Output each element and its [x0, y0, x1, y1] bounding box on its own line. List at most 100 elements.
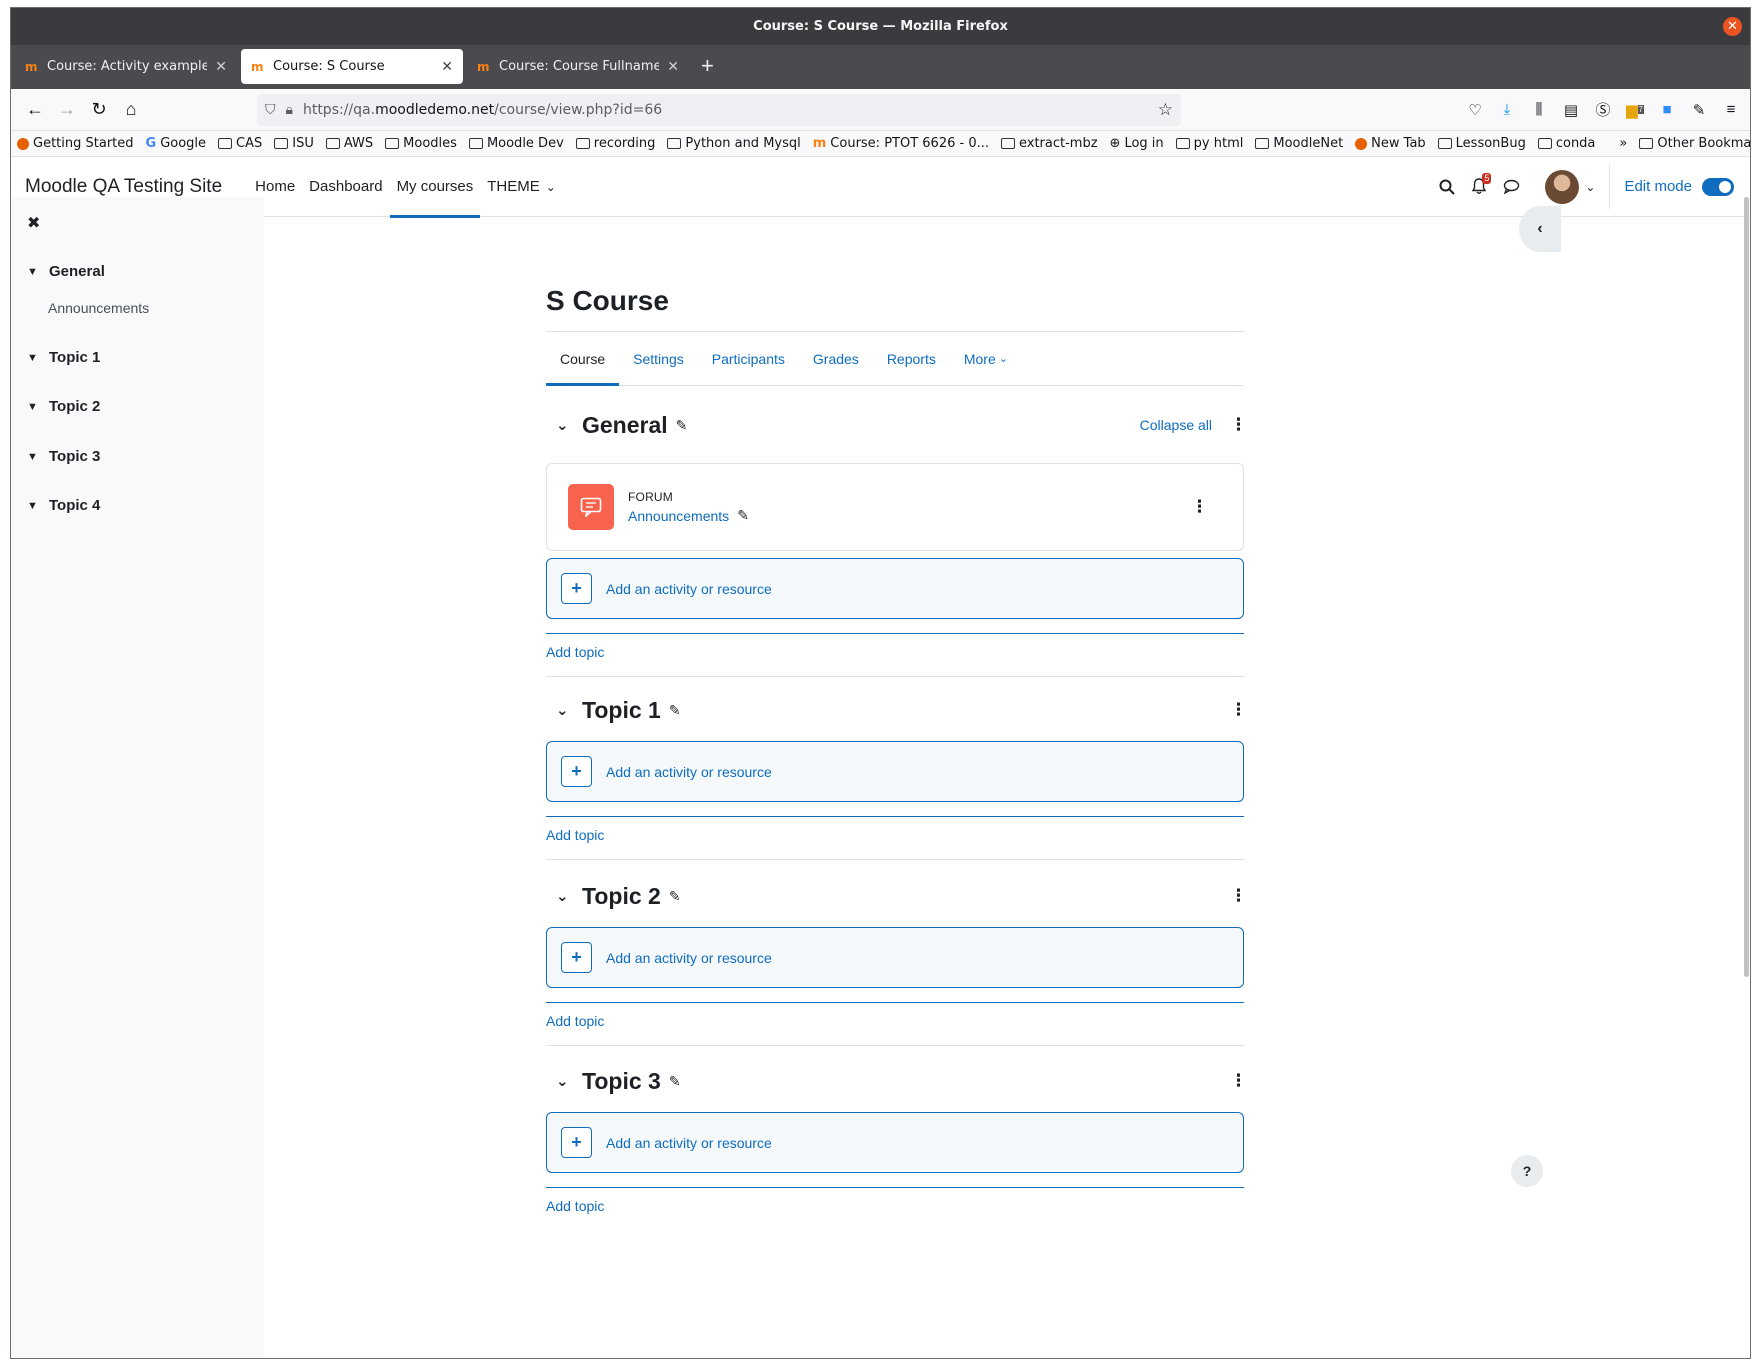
tab-participants[interactable]: Participants: [698, 332, 799, 385]
section-title[interactable]: Topic 2: [582, 883, 661, 910]
section-collapse-chevron-icon[interactable]: ⌄: [546, 701, 582, 719]
sidebar-icon[interactable]: ▤: [1560, 99, 1582, 121]
tab-settings[interactable]: Settings: [619, 332, 698, 385]
browser-tab-s-course[interactable]: m Course: S Course ✕: [241, 49, 463, 84]
edit-title-pencil-icon[interactable]: ✎: [669, 702, 681, 719]
bookmark-folder[interactable]: ISU: [274, 136, 314, 151]
user-avatar[interactable]: [1545, 169, 1580, 204]
extension-pen-icon[interactable]: ✎: [1688, 99, 1710, 121]
bookmark-other-bookmarks[interactable]: Other Bookmarks: [1639, 136, 1750, 151]
library-icon[interactable]: ⫼: [1528, 99, 1550, 121]
edit-title-pencil-icon[interactable]: ✎: [676, 417, 688, 434]
section-menu-kebab-icon[interactable]: ⋮: [1230, 415, 1247, 435]
course-index-topic-2[interactable]: ▼ Topic 2: [27, 398, 100, 415]
edit-title-pencil-icon[interactable]: ✎: [669, 888, 681, 905]
activity-menu-kebab-icon[interactable]: ⋮: [1191, 497, 1208, 517]
section-title[interactable]: General: [582, 412, 668, 439]
window-close-icon[interactable]: ✕: [1723, 17, 1742, 36]
site-name[interactable]: Moodle QA Testing Site: [25, 176, 222, 198]
bookmarks-overflow-icon[interactable]: »: [1619, 136, 1627, 151]
tab-course[interactable]: Course: [546, 332, 620, 386]
open-block-drawer-chevron-left-icon[interactable]: ‹: [1519, 206, 1561, 252]
section-collapse-chevron-icon[interactable]: ⌄: [546, 416, 582, 434]
activity-name-link[interactable]: Announcements ✎: [628, 507, 749, 524]
add-activity-button[interactable]: + Add an activity or resource: [546, 1112, 1244, 1173]
section-collapse-chevron-icon[interactable]: ⌄: [546, 1072, 582, 1090]
bookmark-new-tab[interactable]: New Tab: [1355, 136, 1426, 151]
course-index-topic-1[interactable]: ▼ Topic 1: [27, 349, 100, 366]
add-topic-link[interactable]: Add topic: [546, 644, 1244, 664]
section-title[interactable]: Topic 1: [582, 697, 661, 724]
url-bar[interactable]: ⛉ 🔒︎ https://qa.moodledemo.net/course/vi…: [257, 93, 1181, 126]
bookmark-google[interactable]: G Google: [146, 136, 207, 151]
add-activity-button[interactable]: + Add an activity or resource: [546, 927, 1244, 988]
bookmark-folder[interactable]: AWS: [325, 136, 373, 151]
section-collapse-chevron-icon[interactable]: ⌄: [546, 887, 582, 905]
add-activity-button[interactable]: + Add an activity or resource: [546, 558, 1244, 619]
tab-grades[interactable]: Grades: [799, 332, 873, 385]
tab-close-icon[interactable]: ✕: [667, 59, 679, 75]
reload-icon[interactable]: ↻: [83, 94, 115, 126]
app-menu-icon[interactable]: ≡: [1720, 99, 1742, 121]
add-activity-button[interactable]: + Add an activity or resource: [546, 741, 1244, 802]
home-icon[interactable]: ⌂: [115, 94, 147, 126]
bookmark-folder[interactable]: CAS: [218, 136, 262, 151]
course-index-general[interactable]: ▼ General: [27, 263, 105, 280]
course-index-topic-3[interactable]: ▼ Topic 3: [27, 448, 100, 465]
tab-close-icon[interactable]: ✕: [441, 59, 453, 75]
chevron-down-icon[interactable]: ▼: [27, 352, 39, 364]
shield-icon[interactable]: ⛉: [265, 102, 276, 118]
bookmark-getting-started[interactable]: Getting Started: [17, 136, 134, 151]
collapse-all-link[interactable]: Collapse all: [1140, 417, 1212, 433]
nav-dashboard[interactable]: Dashboard: [302, 157, 389, 217]
bookmark-folder[interactable]: recording: [575, 136, 655, 151]
add-topic-link[interactable]: Add topic: [546, 1013, 1244, 1033]
bookmark-folder[interactable]: LessonBug: [1437, 136, 1526, 151]
edit-mode-switch[interactable]: [1702, 177, 1734, 196]
chevron-down-icon[interactable]: ▼: [27, 266, 39, 278]
bookmark-folder[interactable]: MoodleNet: [1255, 136, 1343, 151]
bookmark-folder[interactable]: Python and Mysql: [667, 136, 801, 151]
tab-reports[interactable]: Reports: [873, 332, 950, 385]
bookmark-folder[interactable]: py html: [1175, 136, 1243, 151]
section-title[interactable]: Topic 3: [582, 1068, 661, 1095]
tab-close-icon[interactable]: ✕: [215, 59, 227, 75]
zoom-extension-icon[interactable]: ■: [1656, 99, 1678, 121]
section-menu-kebab-icon[interactable]: ⋮: [1230, 700, 1247, 720]
help-question-icon[interactable]: ?: [1511, 1155, 1543, 1187]
browser-tab-course-fullname[interactable]: m Course: Course Fullname 101 ✕: [467, 49, 689, 84]
chevron-down-icon[interactable]: ▼: [27, 451, 39, 463]
browser-tab-activity-examples[interactable]: m Course: Activity examples ✕: [15, 49, 237, 84]
downloads-icon[interactable]: ⤓: [1496, 99, 1518, 121]
notifications-bell-icon[interactable]: 5: [1463, 171, 1495, 203]
bookmark-folder[interactable]: Moodles: [385, 136, 457, 151]
bookmark-folder[interactable]: extract-mbz: [1001, 136, 1098, 151]
page-scrollbar[interactable]: [1744, 197, 1749, 977]
extension-s-icon[interactable]: Ⓢ: [1592, 99, 1614, 121]
bookmark-folder[interactable]: Moodle Dev: [468, 136, 564, 151]
pocket-icon[interactable]: ♡: [1464, 99, 1486, 121]
activity-name[interactable]: Announcements: [628, 508, 729, 524]
add-topic-link[interactable]: Add topic: [546, 827, 1244, 847]
new-tab-icon[interactable]: +: [691, 53, 724, 89]
edit-mode-toggle[interactable]: Edit mode: [1624, 177, 1734, 196]
search-icon[interactable]: [1431, 171, 1463, 203]
tab-more[interactable]: More ⌄: [950, 332, 1022, 385]
chevron-down-icon[interactable]: ▼: [27, 401, 39, 413]
edit-title-pencil-icon[interactable]: ✎: [669, 1073, 681, 1090]
bookmark-log-in[interactable]: ⊕ Log in: [1110, 136, 1164, 151]
user-menu-chevron-icon[interactable]: ⌄: [1585, 180, 1595, 194]
extension-folder-icon[interactable]: ▆ 7: [1624, 99, 1646, 121]
bookmark-folder[interactable]: conda: [1537, 136, 1595, 151]
bookmark-ptot-course[interactable]: m Course: PTOT 6626 - 0...: [813, 136, 989, 151]
bookmark-star-icon[interactable]: ☆: [1158, 100, 1173, 120]
edit-title-pencil-icon[interactable]: ✎: [737, 507, 749, 524]
forward-icon[interactable]: →: [51, 94, 83, 126]
lock-icon[interactable]: 🔒︎: [286, 102, 293, 118]
nav-my-courses[interactable]: My courses: [389, 157, 481, 218]
add-topic-link[interactable]: Add topic: [546, 1198, 1244, 1218]
section-menu-kebab-icon[interactable]: ⋮: [1230, 886, 1247, 906]
back-icon[interactable]: ←: [19, 94, 51, 126]
course-index-announcements[interactable]: Announcements: [48, 300, 149, 316]
course-index-topic-4[interactable]: ▼ Topic 4: [27, 497, 100, 514]
